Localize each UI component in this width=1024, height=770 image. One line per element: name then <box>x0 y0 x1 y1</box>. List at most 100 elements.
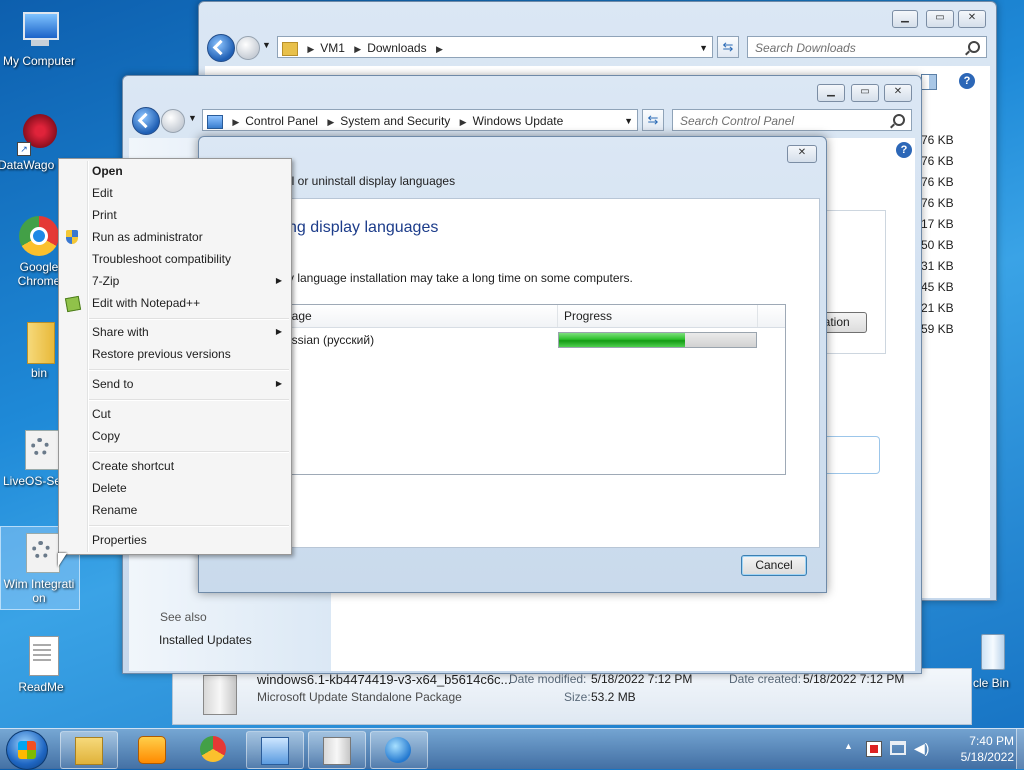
dialog-note: y language installation may take a long … <box>288 271 633 285</box>
forward-button[interactable] <box>236 36 260 60</box>
details-pane: windows6.1-kb4474419-v3-x64_b5614c6c... … <box>172 668 972 725</box>
minimize-button[interactable]: ▁ <box>817 84 845 102</box>
minimize-button[interactable]: ▁ <box>892 10 918 28</box>
language-name: ussian (русский) <box>285 333 375 347</box>
taskbar-windows-update[interactable] <box>370 731 428 769</box>
menu-item-send-to[interactable]: Send to ▶ <box>92 373 282 395</box>
menu-item-run-as-administrator[interactable]: Run as administrator <box>92 226 282 248</box>
recent-pages-icon[interactable]: ▼ <box>262 40 271 50</box>
desktop-icon-label: ReadMe <box>18 680 64 694</box>
menu-item-label: Send to <box>92 377 134 391</box>
menu-item-share-with[interactable]: Share with ▶ <box>92 321 282 343</box>
clock[interactable]: 7:40 PM 5/18/2022 <box>930 733 1014 765</box>
menu-item-edit[interactable]: Edit <box>92 182 282 204</box>
action-center-icon[interactable] <box>866 741 882 757</box>
taskbar-explorer[interactable] <box>60 731 118 769</box>
uac-shield-icon <box>64 230 80 246</box>
close-button[interactable]: ✕ <box>884 84 912 102</box>
file-size: 59 KB <box>921 322 954 336</box>
context-menu: Open Edit Print Run as administrator Tro… <box>58 158 292 555</box>
date-created-value: 5/18/2022 7:12 PM <box>803 672 905 686</box>
recent-pages-icon[interactable]: ▼ <box>188 113 197 123</box>
menu-item-edit-with-notepadpp[interactable]: Edit with Notepad++ <box>92 292 282 314</box>
submenu-arrow-icon: ▶ <box>275 327 282 336</box>
menu-item-delete[interactable]: Delete <box>92 477 282 499</box>
menu-item-cut[interactable]: Cut <box>92 403 282 425</box>
maximize-button[interactable]: ▭ <box>851 84 879 102</box>
desktop-icon-my-computer[interactable]: My Computer <box>0 8 78 68</box>
menu-item-7zip[interactable]: 7-Zip ▶ <box>92 270 282 292</box>
desktop-icon-readme[interactable]: ReadMe <box>2 634 80 694</box>
file-size: 17 KB <box>921 217 954 231</box>
dialog-heading: ng display languages <box>288 219 439 236</box>
date-modified-label: Date modified: <box>509 672 587 686</box>
close-button[interactable]: ✕ <box>787 145 817 163</box>
windows-logo-icon <box>18 741 36 759</box>
language-list[interactable]: uage Progress ussian (русский) <box>278 304 786 475</box>
file-size: 21 KB <box>921 301 954 315</box>
menu-separator <box>89 399 289 401</box>
date-modified-value: 5/18/2022 7:12 PM <box>591 672 693 686</box>
close-button[interactable]: ✕ <box>958 10 986 28</box>
cancel-button[interactable]: Cancel <box>741 555 807 576</box>
chevron-down-icon[interactable]: ▼ <box>624 110 633 130</box>
file-size: 76 KB <box>921 154 954 168</box>
shortcut-arrow-icon: ↗ <box>17 142 31 156</box>
show-hidden-icons-icon[interactable]: ▲ <box>844 741 853 751</box>
desktop-icon-label: My Computer <box>2 54 76 68</box>
size-label: Size: <box>564 690 591 704</box>
menu-item-label: 7-Zip <box>92 274 120 288</box>
menu-item-properties[interactable]: Properties <box>92 529 282 551</box>
file-name: windows6.1-kb4474419-v3-x64_b5614c6c... <box>257 672 512 687</box>
file-type: Microsoft Update Standalone Package <box>257 690 462 704</box>
control-panel-icon <box>207 114 223 129</box>
help-icon[interactable]: ? <box>959 73 975 89</box>
network-icon[interactable] <box>890 741 906 755</box>
forward-button[interactable] <box>161 109 185 133</box>
file-size: 76 KB <box>921 175 954 189</box>
datawago-icon: ↗ <box>17 112 61 156</box>
computer-icon <box>17 8 61 52</box>
list-row[interactable]: ussian (русский) <box>279 329 785 351</box>
start-button[interactable] <box>6 730 48 770</box>
column-divider <box>757 305 758 327</box>
menu-item-print[interactable]: Print <box>92 204 282 226</box>
maximize-button[interactable]: ▭ <box>926 10 954 28</box>
refresh-button[interactable]: ⇆ <box>642 109 664 131</box>
search-downloads-input[interactable]: Search Downloads <box>747 36 987 58</box>
preview-pane-icon[interactable] <box>921 74 937 90</box>
submenu-arrow-icon: ▶ <box>275 276 282 285</box>
menu-item-troubleshoot-compatibility[interactable]: Troubleshoot compatibility <box>92 248 282 270</box>
back-button[interactable] <box>132 107 160 135</box>
search-icon[interactable] <box>968 41 980 53</box>
file-size: 31 KB <box>921 259 954 273</box>
address-bar[interactable]: ▶ VM1 ▶ Downloads ▶ ▼ <box>277 36 713 58</box>
clock-time: 7:40 PM <box>969 734 1014 748</box>
taskbar-media-player[interactable] <box>124 731 176 767</box>
back-button[interactable] <box>207 34 235 62</box>
breadcrumb-windows-update[interactable]: Windows Update <box>473 114 564 128</box>
breadcrumb-downloads[interactable]: Downloads <box>367 41 426 55</box>
search-icon[interactable] <box>893 114 905 126</box>
menu-item-rename[interactable]: Rename <box>92 499 282 521</box>
installed-updates-link[interactable]: Installed Updates <box>159 633 252 647</box>
taskbar-chrome[interactable] <box>186 731 238 767</box>
menu-item-copy[interactable]: Copy <box>92 425 282 447</box>
help-icon[interactable]: ? <box>896 142 912 158</box>
chevron-down-icon[interactable]: ▼ <box>699 37 708 57</box>
address-bar[interactable]: ▶ Control Panel ▶ System and Security ▶ Win… <box>202 109 638 131</box>
column-progress[interactable]: Progress <box>564 309 612 323</box>
refresh-button[interactable]: ⇆ <box>717 36 739 58</box>
breadcrumb-vm1[interactable]: VM1 <box>320 41 345 55</box>
breadcrumb-system-security[interactable]: System and Security <box>340 114 450 128</box>
taskbar-installer[interactable] <box>308 731 366 769</box>
taskbar-control-panel[interactable] <box>246 731 304 769</box>
search-control-panel-input[interactable]: Search Control Panel <box>672 109 912 131</box>
volume-icon[interactable]: ◀) <box>914 740 929 757</box>
display-languages-dialog: ✕ ll or uninstall display languages ng d… <box>198 136 827 593</box>
breadcrumb-control-panel[interactable]: Control Panel <box>245 114 318 128</box>
menu-item-create-shortcut[interactable]: Create shortcut <box>92 455 282 477</box>
show-desktop-button[interactable] <box>1016 729 1024 769</box>
menu-item-open[interactable]: Open <box>92 160 282 182</box>
menu-item-restore-previous-versions[interactable]: Restore previous versions <box>92 343 282 365</box>
